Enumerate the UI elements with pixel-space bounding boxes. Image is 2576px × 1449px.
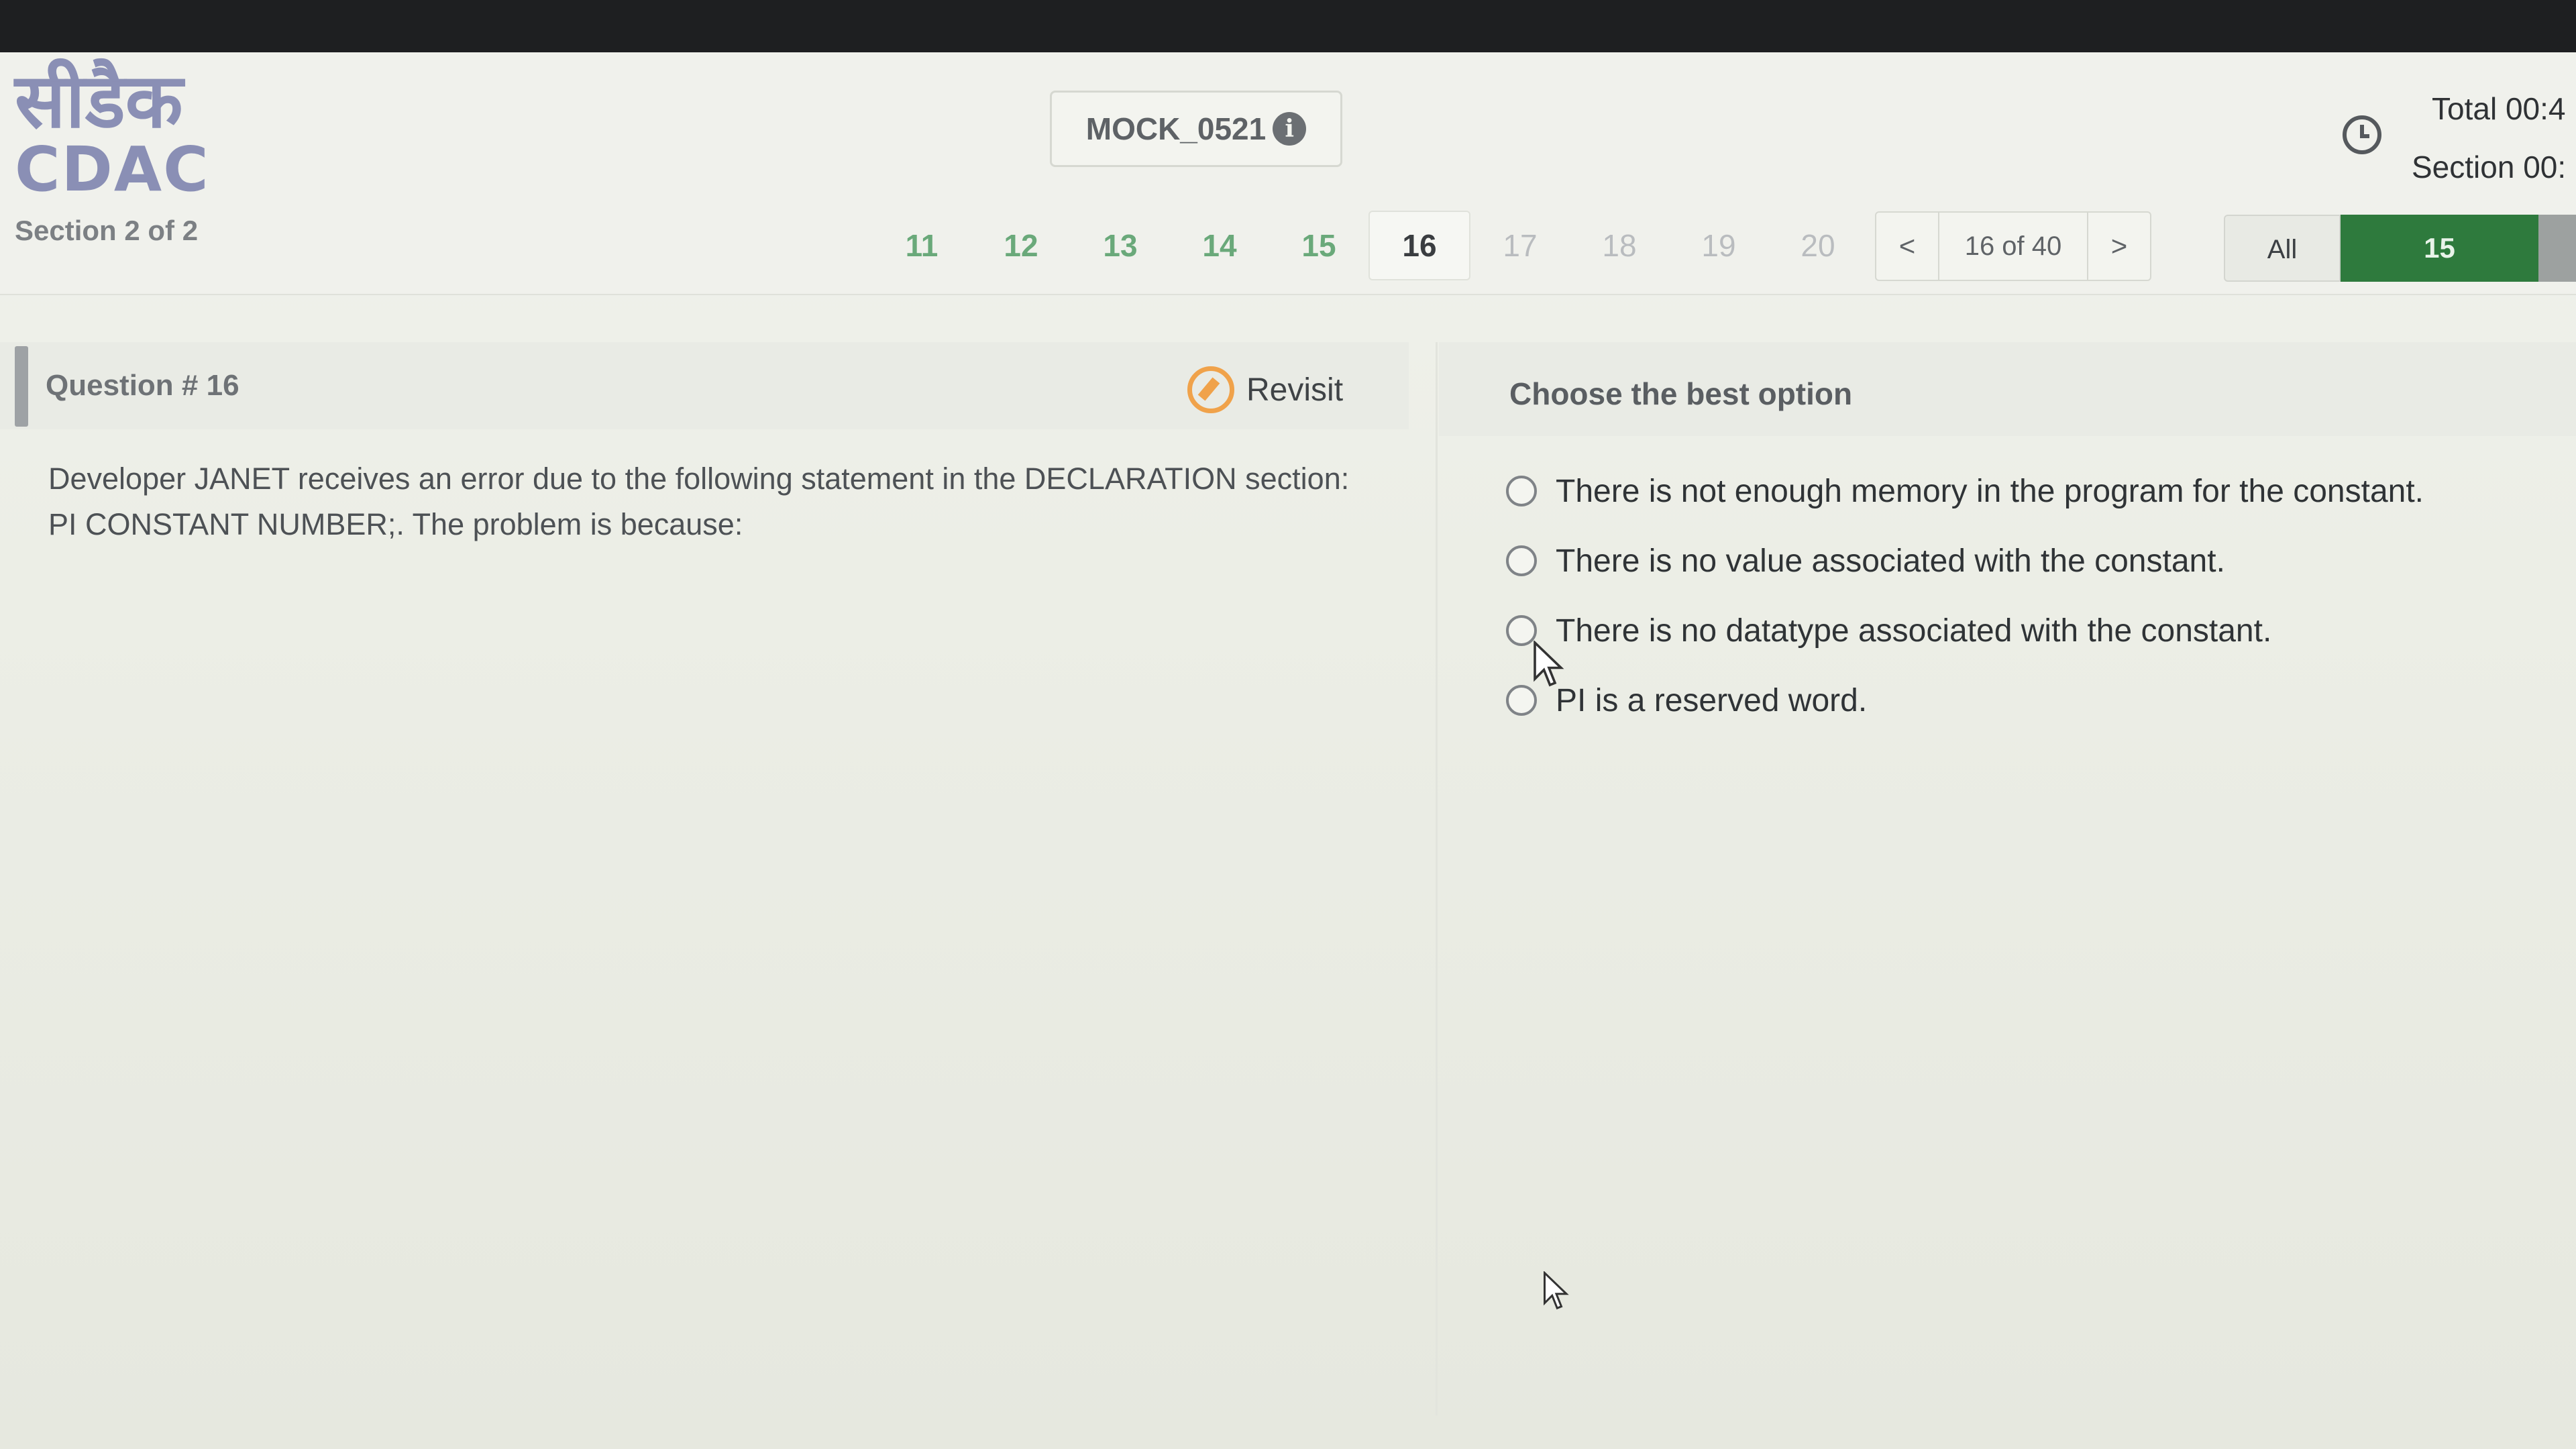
info-icon[interactable]: i (1273, 112, 1307, 146)
question-panel: Question # 16 Revisit Developer JANET re… (0, 342, 1436, 1415)
option-1-text[interactable]: There is not enough memory in the progra… (1556, 473, 2424, 510)
option-3[interactable]: There is no datatype associated with the… (1506, 596, 2424, 665)
screen-bezel (0, 0, 2576, 52)
radio-icon[interactable] (1506, 685, 1537, 716)
options-list: There is not enough memory in the progra… (1506, 456, 2424, 735)
option-4[interactable]: PI is a reserved word. (1506, 665, 2424, 735)
radio-icon[interactable] (1506, 476, 1537, 506)
filter-next-segment[interactable] (2538, 215, 2576, 282)
question-filter: All 15 (2224, 215, 2576, 282)
question-nav-12[interactable]: 12 (971, 212, 1071, 279)
question-nav-16-current[interactable]: 16 (1368, 211, 1470, 280)
section-timer: Section 00: (2412, 150, 2567, 184)
question-position: 16 of 40 (1938, 213, 2088, 280)
question-nav-19[interactable]: 19 (1669, 212, 1768, 279)
option-3-text[interactable]: There is no datatype associated with the… (1556, 612, 2271, 649)
question-text: Developer JANET receives an error due to… (48, 462, 1350, 541)
revisit-button[interactable]: Revisit (1187, 366, 1343, 413)
revisit-label: Revisit (1246, 372, 1344, 408)
logo-cdac-text: CDAC (15, 133, 210, 205)
option-2-text[interactable]: There is no value associated with the co… (1556, 543, 2225, 580)
revisit-icon (1187, 366, 1234, 413)
question-nav-11[interactable]: 11 (872, 212, 971, 279)
total-timer: Total 00:4 (2432, 91, 2566, 126)
next-question-button[interactable]: > (2088, 213, 2150, 280)
question-nav-14[interactable]: 14 (1170, 212, 1269, 279)
section-indicator: Section 2 of 2 (15, 215, 199, 246)
clock-icon (2343, 115, 2381, 154)
filter-all-button[interactable]: All (2224, 215, 2341, 282)
question-nav-17[interactable]: 17 (1470, 212, 1570, 279)
cdac-logo: सीडैक CDAC (15, 64, 216, 205)
question-number: Question # 16 (46, 369, 239, 402)
mock-title: MOCK_0521 (1085, 111, 1267, 146)
question-nav-13[interactable]: 13 (1071, 212, 1170, 279)
question-pager: < 16 of 40 > (1875, 211, 2151, 281)
option-1[interactable]: There is not enough memory in the progra… (1506, 456, 2424, 526)
exam-page: सीडैक CDAC Section 2 of 2 MOCK_0521 i 11… (0, 0, 2576, 1449)
option-2[interactable]: There is no value associated with the co… (1506, 526, 2424, 596)
option-4-text[interactable]: PI is a reserved word. (1556, 682, 1867, 719)
question-nav-18[interactable]: 18 (1570, 212, 1669, 279)
question-accent-bar (15, 346, 28, 427)
question-nav-20[interactable]: 20 (1768, 212, 1868, 279)
filter-answered-count[interactable]: 15 (2341, 215, 2538, 282)
question-number-strip: 11 12 13 14 15 16 17 18 19 20 (872, 209, 1868, 282)
options-title: Choose the best option (1509, 376, 1853, 411)
mock-title-box: MOCK_0521 i (1050, 91, 1342, 167)
panel-divider (1436, 342, 1438, 1415)
logo-hindi-text: सीडैक (15, 58, 183, 145)
prev-question-button[interactable]: < (1876, 213, 1938, 280)
question-nav-15[interactable]: 15 (1269, 212, 1368, 279)
radio-icon[interactable] (1506, 545, 1537, 576)
